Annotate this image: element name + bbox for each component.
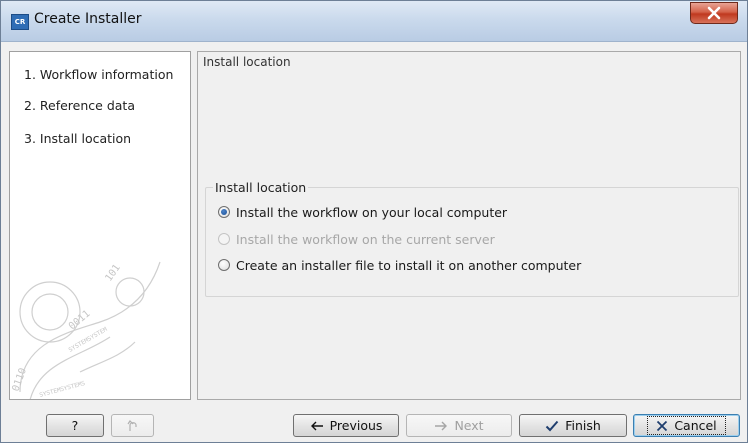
previous-label: Previous [329, 418, 383, 433]
svg-text:SYSTEMSYSTEMS: SYSTEMSYSTEMS [39, 380, 87, 399]
radio-button [218, 233, 230, 245]
step-workflow-information: 1. Workflow information [24, 67, 174, 82]
content-panel: Install location Install location Instal… [197, 51, 741, 400]
option-create-installer-file[interactable]: Create an installer file to install it o… [218, 256, 581, 274]
radio-button[interactable] [218, 206, 230, 218]
svg-text:0110: 0110 [10, 367, 29, 393]
option-label: Install the workflow on your local compu… [236, 204, 508, 220]
restore-defaults-icon [127, 419, 137, 431]
decorative-swirl-logo: 0011 101 0110 SYSTEMSYSTEMS SYSTEMSYSTEM [10, 261, 161, 399]
create-installer-dialog: CR Create Installer 1. Workflow informat… [0, 0, 748, 443]
svg-text:101: 101 [103, 263, 122, 284]
restore-defaults-button [111, 414, 154, 437]
arrow-right-icon [434, 421, 448, 431]
arrow-left-icon [310, 421, 324, 431]
close-button[interactable] [690, 2, 738, 24]
help-icon: ? [71, 418, 79, 433]
option-label: Create an installer file to install it o… [236, 257, 582, 273]
close-icon [707, 6, 721, 20]
option-install-local[interactable]: Install the workflow on your local compu… [218, 203, 507, 221]
group-title: Install location [213, 180, 309, 195]
app-icon: CR [11, 14, 29, 30]
install-location-group: Install location Install the workflow on… [205, 180, 739, 297]
next-label: Next [454, 418, 484, 433]
option-install-server: Install the workflow on the current serv… [218, 230, 495, 248]
next-button: Next [406, 414, 512, 437]
wizard-steps-panel: 1. Workflow information 2. Reference dat… [9, 51, 191, 400]
cancel-button[interactable]: Cancel [633, 414, 740, 437]
window-title: Create Installer [34, 11, 142, 27]
radio-button[interactable] [218, 259, 230, 271]
title-bar: CR Create Installer [1, 1, 747, 42]
cancel-label: Cancel [674, 418, 717, 433]
cancel-focus-ring: Cancel [647, 416, 726, 435]
finish-button[interactable]: Finish [519, 414, 627, 437]
previous-button[interactable]: Previous [293, 414, 399, 437]
option-label: Install the workflow on the current serv… [236, 231, 495, 247]
step-reference-data: 2. Reference data [24, 98, 135, 113]
step-install-location: 3. Install location [24, 131, 132, 146]
help-button[interactable]: ? [46, 414, 104, 437]
content-header: Install location [203, 55, 291, 69]
finish-label: Finish [565, 418, 601, 433]
x-icon [656, 420, 668, 432]
checkmark-icon [545, 420, 559, 432]
